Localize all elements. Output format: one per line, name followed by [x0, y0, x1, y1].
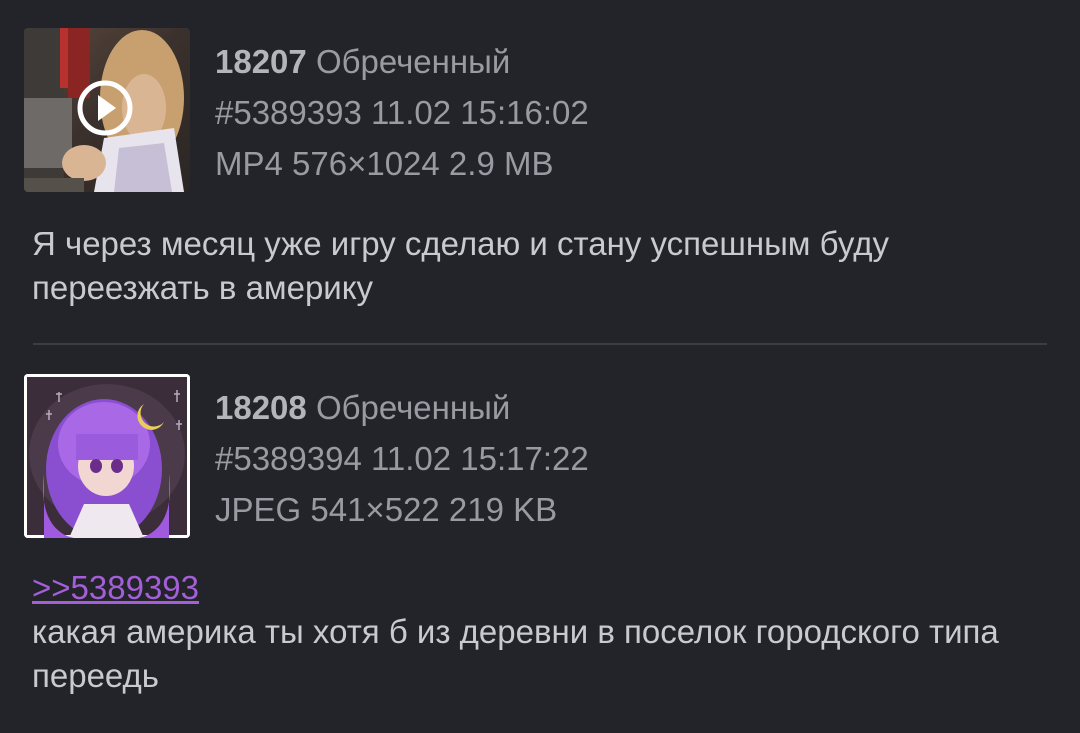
- video-thumbnail[interactable]: [24, 28, 190, 192]
- post-text: Я через месяц уже игру сделаю и стану ус…: [32, 225, 889, 306]
- post-id-date: #5389394 11.02 15:17:22: [215, 440, 589, 477]
- post-number[interactable]: 18208: [215, 389, 307, 426]
- post-body: >>5389393 какая америка ты хотя б из дер…: [32, 566, 1042, 698]
- post-meta: 18208 Обреченный #5389394 11.02 15:17:22…: [215, 382, 589, 535]
- post-text: какая америка ты хотя б из деревни в пос…: [32, 613, 999, 694]
- reply-link[interactable]: >>5389393: [32, 566, 1042, 610]
- post-divider: [33, 343, 1047, 345]
- post-number[interactable]: 18207: [215, 43, 307, 80]
- poster-name: Обреченный: [315, 43, 511, 80]
- poster-name: Обреченный: [315, 389, 511, 426]
- post-id-date: #5389393 11.02 15:16:02: [215, 94, 589, 131]
- image-thumbnail-preview: [24, 374, 190, 538]
- file-info: JPEG 541×522 219 KB: [215, 491, 558, 528]
- image-thumbnail[interactable]: [24, 374, 190, 538]
- post-meta: 18207 Обреченный #5389393 11.02 15:16:02…: [215, 36, 589, 189]
- file-info: MP4 576×1024 2.9 MB: [215, 145, 554, 182]
- play-circle-icon[interactable]: [76, 79, 134, 137]
